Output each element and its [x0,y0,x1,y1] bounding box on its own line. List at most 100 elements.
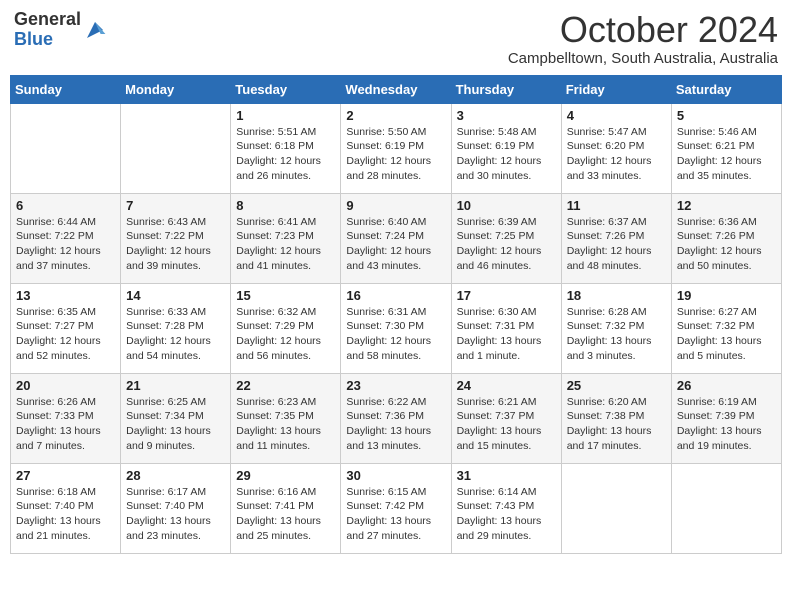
day-number: 14 [126,288,225,303]
day-info: Sunrise: 6:32 AMSunset: 7:29 PMDaylight:… [236,305,335,364]
day-info: Sunrise: 6:20 AMSunset: 7:38 PMDaylight:… [567,395,666,454]
day-number: 26 [677,378,776,393]
day-info: Sunrise: 6:33 AMSunset: 7:28 PMDaylight:… [126,305,225,364]
calendar-cell: 10 Sunrise: 6:39 AMSunset: 7:25 PMDayligh… [451,193,561,283]
day-number: 4 [567,108,666,123]
logo-icon [83,18,107,42]
calendar-cell: 3Sunrise: 5:48 AMSunset: 6:19 PMDaylight… [451,103,561,193]
day-number: 1 [236,108,335,123]
day-number: 23 [346,378,445,393]
day-number: 2 [346,108,445,123]
weekday-header-row: SundayMondayTuesdayWednesdayThursdayFrid… [11,75,782,103]
calendar-cell: 2 Sunrise: 5:50 AMSunset: 6:19 PMDaylight… [341,103,451,193]
day-number: 28 [126,468,225,483]
calendar-cell: 7 Sunrise: 6:43 AMSunset: 7:22 PMDaylight… [121,193,231,283]
day-number: 6 [16,198,115,213]
calendar-cell: 22 Sunrise: 6:23 AMSunset: 7:35 PMDayligh… [231,373,341,463]
day-info: Sunrise: 6:37 AMSunset: 7:26 PMDaylight:… [567,215,666,274]
day-info: Sunrise: 6:16 AMSunset: 7:41 PMDaylight:… [236,485,335,544]
day-number: 25 [567,378,666,393]
calendar-week-4: 20Sunrise: 6:26 AMSunset: 7:33 PMDayligh… [11,373,782,463]
day-info: Sunrise: 6:30 AMSunset: 7:31 PMDaylight:… [457,305,556,364]
day-number: 9 [346,198,445,213]
day-info: Sunrise: 5:51 AMSunset: 6:18 PMDaylight:… [236,125,335,184]
weekday-header-thursday: Thursday [451,75,561,103]
day-info: Sunrise: 6:15 AMSunset: 7:42 PMDaylight:… [346,485,445,544]
day-number: 21 [126,378,225,393]
day-info: Sunrise: 5:48 AMSunset: 6:19 PMDaylight:… [457,125,556,184]
calendar-cell: 26 Sunrise: 6:19 AMSunset: 7:39 PMDayligh… [671,373,781,463]
calendar-cell [561,463,671,553]
day-info: Sunrise: 6:40 AMSunset: 7:24 PMDaylight:… [346,215,445,274]
day-info: Sunrise: 6:41 AMSunset: 7:23 PMDaylight:… [236,215,335,274]
day-info: Sunrise: 6:39 AMSunset: 7:25 PMDaylight:… [457,215,556,274]
day-number: 11 [567,198,666,213]
calendar-cell [11,103,121,193]
day-info: Sunrise: 6:22 AMSunset: 7:36 PMDaylight:… [346,395,445,454]
day-info: Sunrise: 6:36 AMSunset: 7:26 PMDaylight:… [677,215,776,274]
month-title: October 2024 [508,10,778,50]
calendar-week-1: 1 Sunrise: 5:51 AMSunset: 6:18 PMDaylight… [11,103,782,193]
calendar-cell: 31Sunrise: 6:14 AMSunset: 7:43 PMDayligh… [451,463,561,553]
logo: General Blue [14,10,107,50]
day-info: Sunrise: 6:43 AMSunset: 7:22 PMDaylight:… [126,215,225,274]
calendar-cell: 6 Sunrise: 6:44 AMSunset: 7:22 PMDaylight… [11,193,121,283]
day-info: Sunrise: 6:27 AMSunset: 7:32 PMDaylight:… [677,305,776,364]
day-number: 22 [236,378,335,393]
logo-blue: Blue [14,29,53,49]
calendar-cell: 15 Sunrise: 6:32 AMSunset: 7:29 PMDayligh… [231,283,341,373]
calendar-cell: 13 Sunrise: 6:35 AMSunset: 7:27 PMDayligh… [11,283,121,373]
day-number: 20 [16,378,115,393]
day-info: Sunrise: 5:46 AMSunset: 6:21 PMDaylight:… [677,125,776,184]
day-number: 10 [457,198,556,213]
calendar-table: SundayMondayTuesdayWednesdayThursdayFrid… [10,75,782,554]
calendar-cell: 14 Sunrise: 6:33 AMSunset: 7:28 PMDayligh… [121,283,231,373]
calendar-week-5: 27Sunrise: 6:18 AMSunset: 7:40 PMDayligh… [11,463,782,553]
day-number: 27 [16,468,115,483]
day-info: Sunrise: 6:19 AMSunset: 7:39 PMDaylight:… [677,395,776,454]
calendar-cell: 17Sunrise: 6:30 AMSunset: 7:31 PMDayligh… [451,283,561,373]
day-info: Sunrise: 6:17 AMSunset: 7:40 PMDaylight:… [126,485,225,544]
calendar-week-2: 6 Sunrise: 6:44 AMSunset: 7:22 PMDaylight… [11,193,782,283]
day-number: 15 [236,288,335,303]
page-header: General Blue October 2024 Campbelltown, … [10,10,782,67]
calendar-cell: 20Sunrise: 6:26 AMSunset: 7:33 PMDayligh… [11,373,121,463]
calendar-cell: 5Sunrise: 5:46 AMSunset: 6:21 PMDaylight… [671,103,781,193]
day-info: Sunrise: 5:47 AMSunset: 6:20 PMDaylight:… [567,125,666,184]
calendar-cell [671,463,781,553]
calendar-cell: 11 Sunrise: 6:37 AMSunset: 7:26 PMDayligh… [561,193,671,283]
weekday-header-wednesday: Wednesday [341,75,451,103]
day-number: 31 [457,468,556,483]
calendar-week-3: 13 Sunrise: 6:35 AMSunset: 7:27 PMDayligh… [11,283,782,373]
day-number: 8 [236,198,335,213]
calendar-cell: 28 Sunrise: 6:17 AMSunset: 7:40 PMDayligh… [121,463,231,553]
day-info: Sunrise: 6:28 AMSunset: 7:32 PMDaylight:… [567,305,666,364]
day-number: 12 [677,198,776,213]
weekday-header-sunday: Sunday [11,75,121,103]
day-number: 13 [16,288,115,303]
day-info: Sunrise: 5:50 AMSunset: 6:19 PMDaylight:… [346,125,445,184]
calendar-cell: 9 Sunrise: 6:40 AMSunset: 7:24 PMDaylight… [341,193,451,283]
calendar-cell: 8 Sunrise: 6:41 AMSunset: 7:23 PMDaylight… [231,193,341,283]
calendar-cell: 4 Sunrise: 5:47 AMSunset: 6:20 PMDaylight… [561,103,671,193]
calendar-cell: 30Sunrise: 6:15 AMSunset: 7:42 PMDayligh… [341,463,451,553]
title-block: October 2024 Campbelltown, South Austral… [508,10,778,67]
day-number: 24 [457,378,556,393]
weekday-header-tuesday: Tuesday [231,75,341,103]
day-info: Sunrise: 6:23 AMSunset: 7:35 PMDaylight:… [236,395,335,454]
day-number: 19 [677,288,776,303]
calendar-cell: 19 Sunrise: 6:27 AMSunset: 7:32 PMDayligh… [671,283,781,373]
weekday-header-saturday: Saturday [671,75,781,103]
calendar-cell: 27Sunrise: 6:18 AMSunset: 7:40 PMDayligh… [11,463,121,553]
day-number: 7 [126,198,225,213]
day-info: Sunrise: 6:35 AMSunset: 7:27 PMDaylight:… [16,305,115,364]
weekday-header-monday: Monday [121,75,231,103]
day-info: Sunrise: 6:44 AMSunset: 7:22 PMDaylight:… [16,215,115,274]
calendar-cell: 12 Sunrise: 6:36 AMSunset: 7:26 PMDayligh… [671,193,781,283]
calendar-cell: 25 Sunrise: 6:20 AMSunset: 7:38 PMDayligh… [561,373,671,463]
day-info: Sunrise: 6:21 AMSunset: 7:37 PMDaylight:… [457,395,556,454]
logo-general: General [14,9,81,29]
day-number: 18 [567,288,666,303]
day-number: 16 [346,288,445,303]
calendar-cell: 24 Sunrise: 6:21 AMSunset: 7:37 PMDayligh… [451,373,561,463]
